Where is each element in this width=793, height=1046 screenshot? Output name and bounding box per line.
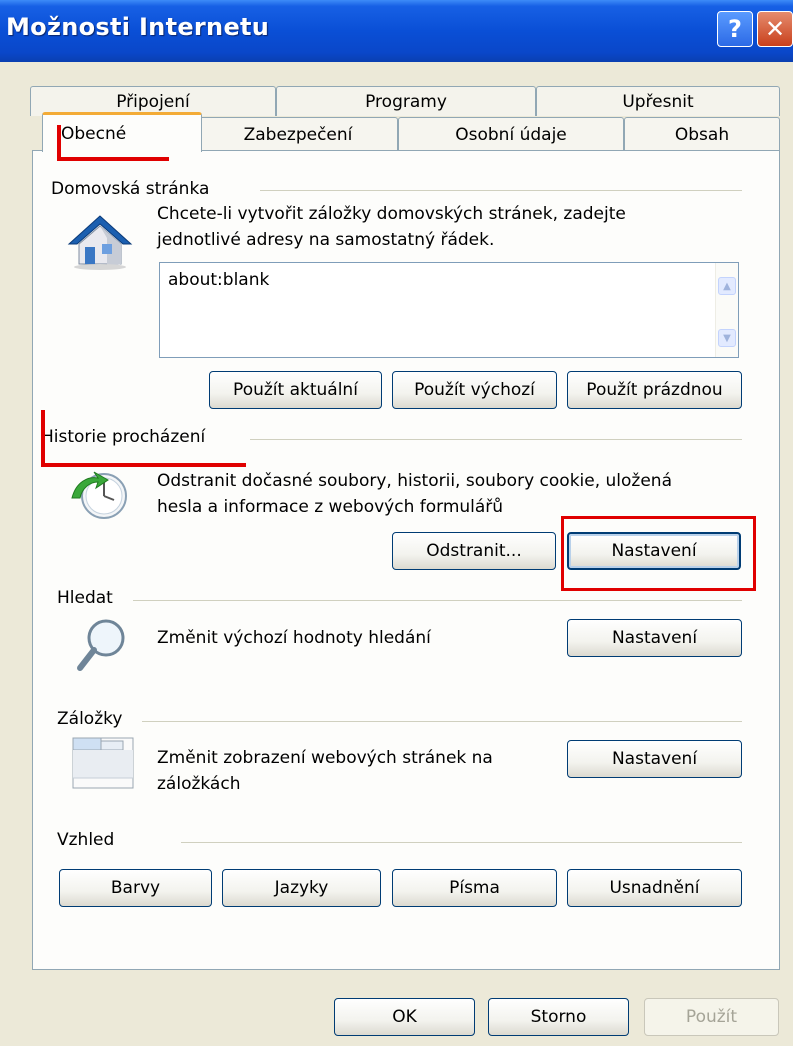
tabs-settings-button[interactable]: Nastavení: [567, 740, 742, 778]
house-icon: [67, 215, 133, 270]
close-button[interactable]: ✕: [757, 11, 793, 47]
tab-zabezpeceni[interactable]: Zabezpečení: [198, 117, 398, 151]
section-divider: [133, 600, 742, 601]
question-mark-icon: ?: [728, 15, 742, 43]
search-section-label: Hledat: [57, 588, 121, 608]
section-divider: [181, 842, 742, 843]
tab-label: Obsah: [674, 124, 730, 145]
home-description-line1: Chcete-li vytvořit záložky domovských st…: [157, 204, 626, 224]
home-section-label: Domovská stránka: [51, 179, 218, 199]
tab-osobni-udaje[interactable]: Osobní údaje: [398, 117, 624, 151]
home-description-line2: jednotlivé adresy na samostatný řádek.: [157, 230, 495, 250]
close-icon: ✕: [764, 15, 786, 43]
colors-button[interactable]: Barvy: [59, 869, 212, 907]
home-page-input[interactable]: about:blank ▲ ▼: [159, 262, 739, 358]
use-blank-button[interactable]: Použít prázdnou: [567, 371, 742, 409]
scroll-down-icon[interactable]: ▼: [718, 329, 736, 347]
search-settings-button[interactable]: Nastavení: [567, 619, 742, 657]
tabs-icon: [72, 737, 134, 789]
vertical-scrollbar[interactable]: ▲ ▼: [715, 263, 738, 357]
use-default-button[interactable]: Použít výchozí: [392, 371, 557, 409]
appearance-section-label: Vzhled: [57, 830, 123, 850]
accessibility-button[interactable]: Usnadnění: [567, 869, 742, 907]
highlight-mark: [57, 157, 169, 161]
delete-history-button[interactable]: Odstranit...: [392, 532, 556, 570]
history-clock-icon: [71, 471, 127, 519]
tabs-section-label: Záložky: [57, 709, 131, 729]
scroll-up-icon[interactable]: ▲: [718, 277, 736, 295]
tabs-description-line2: záložkách: [157, 774, 241, 794]
tab-upresnit[interactable]: Upřesnit: [536, 86, 780, 116]
tab-obsah[interactable]: Obsah: [624, 117, 780, 151]
tab-obecne[interactable]: Obecné: [42, 112, 202, 152]
tab-label: Osobní údaje: [455, 124, 567, 145]
fonts-button[interactable]: Písma: [392, 869, 557, 907]
tab-label: Zabezpečení: [243, 124, 353, 145]
ok-button[interactable]: OK: [334, 998, 475, 1036]
magnifier-icon: [77, 619, 125, 671]
history-description-line2: hesla a informace z webových formulářů: [157, 497, 504, 517]
tab-label: Obecné: [61, 123, 127, 144]
tab-label: Upřesnit: [622, 91, 694, 112]
section-divider: [250, 439, 742, 440]
section-divider: [260, 190, 742, 191]
highlight-mark: [41, 410, 45, 467]
highlight-mark: [57, 125, 61, 161]
history-description-line1: Odstranit dočasné soubory, historii, sou…: [157, 471, 672, 491]
title-bar[interactable]: Možnosti Internetu ? ✕: [0, 0, 793, 62]
use-current-button[interactable]: Použít aktuální: [209, 371, 382, 409]
home-page-value: about:blank: [168, 270, 270, 290]
history-section-label: Historie procházení: [41, 427, 214, 447]
tabs-description-line1: Změnit zobrazení webových stránek na: [157, 748, 493, 768]
search-description: Změnit výchozí hodnoty hledání: [157, 628, 431, 648]
languages-button[interactable]: Jazyky: [222, 869, 381, 907]
highlight-mark: [41, 463, 246, 467]
tab-programy[interactable]: Programy: [276, 86, 536, 116]
window-title: Možnosti Internetu: [6, 13, 270, 41]
help-button[interactable]: ?: [717, 11, 753, 47]
apply-button[interactable]: Použít: [644, 998, 779, 1036]
section-divider: [142, 721, 742, 722]
highlight-box: [561, 516, 756, 591]
tab-label: Připojení: [116, 91, 190, 112]
tab-label: Programy: [365, 91, 447, 112]
cancel-button[interactable]: Storno: [488, 998, 629, 1036]
internet-options-dialog: Možnosti Internetu ? ✕ Připojení Program…: [0, 0, 793, 1046]
